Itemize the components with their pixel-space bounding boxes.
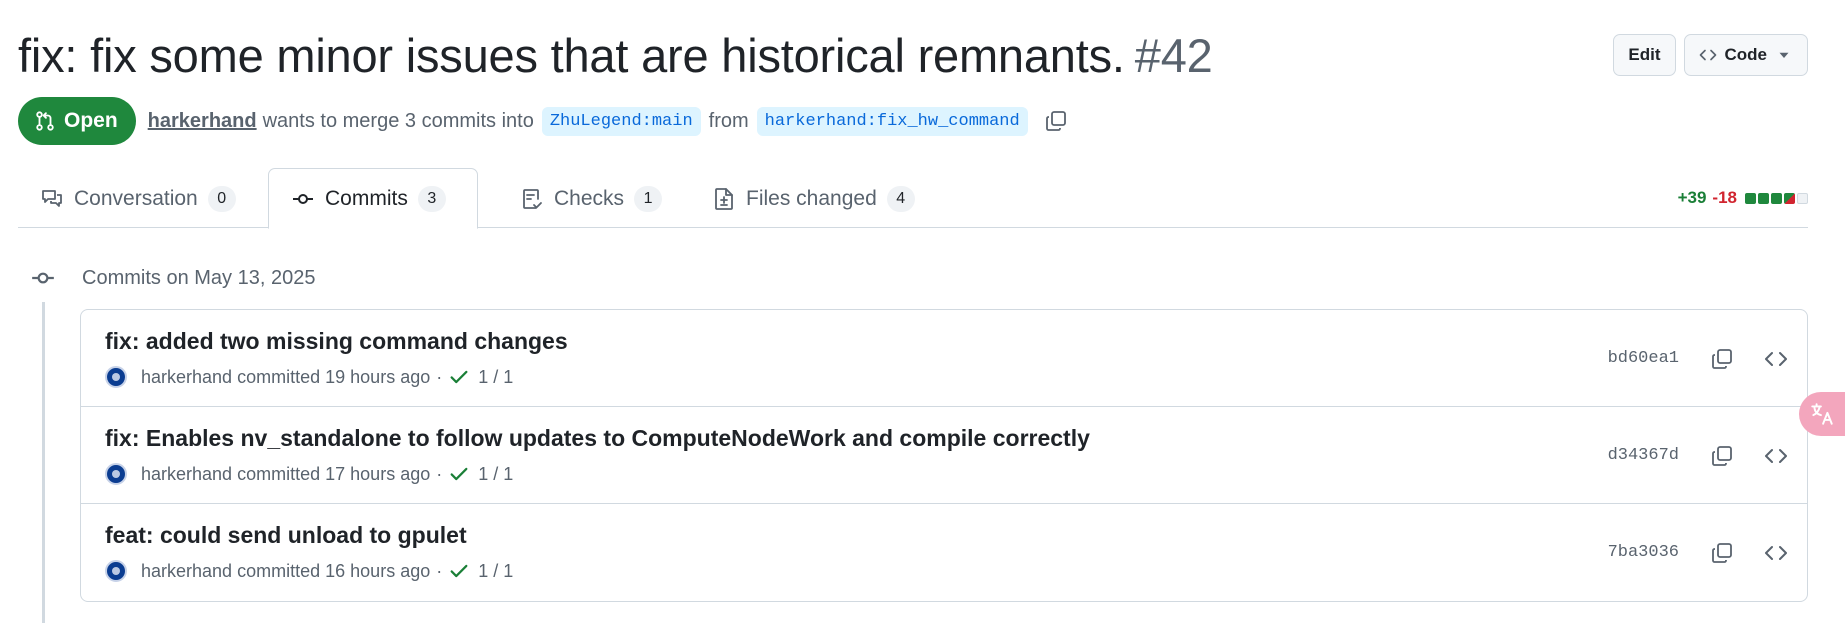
- browse-code-button[interactable]: [1753, 433, 1799, 479]
- commit-meta: harkerhand committed 19 hours ago · 1 / 1: [105, 366, 513, 388]
- check-count[interactable]: 1 / 1: [478, 367, 513, 388]
- avatar[interactable]: [105, 463, 127, 485]
- copy-icon: [1712, 445, 1732, 466]
- author-link[interactable]: harkerhand: [148, 110, 257, 133]
- check-count[interactable]: 1 / 1: [478, 561, 513, 582]
- file-diff-icon: [715, 187, 733, 210]
- code-button[interactable]: Code: [1683, 34, 1808, 76]
- pr-meta: Open harkerhand wants to merge 3 commits…: [18, 97, 1068, 145]
- diffstat-block: [1745, 192, 1756, 204]
- copy-sha-button[interactable]: [1699, 336, 1745, 382]
- tab-count: 0: [207, 185, 236, 212]
- commit-actions: d34367d: [1608, 407, 1807, 504]
- tab-count: 3: [417, 185, 446, 212]
- pr-title-text: fix: fix some minor issues that are hist…: [18, 29, 1125, 82]
- triangle-down-icon: [1779, 52, 1789, 58]
- check-icon[interactable]: [448, 463, 470, 485]
- tab-label: Commits: [325, 186, 408, 210]
- tab-checks[interactable]: Checks 1: [498, 168, 684, 229]
- copy-icon: [1712, 348, 1732, 369]
- commit-meta: harkerhand committed 16 hours ago · 1 / 1: [105, 560, 513, 582]
- tab-files-changed[interactable]: Files changed 4: [690, 168, 937, 229]
- tab-commits[interactable]: Commits 3: [268, 168, 478, 229]
- pr-tabs: Conversation 0 Commits 3 Checks 1 Files …: [18, 168, 1808, 229]
- merge-text: wants to merge 3 commits into: [262, 109, 534, 132]
- check-icon[interactable]: [448, 560, 470, 582]
- git-commit-icon: [32, 272, 54, 284]
- commit-title[interactable]: fix: Enables nv_standalone to follow upd…: [105, 425, 1090, 452]
- code-icon: [1765, 351, 1787, 366]
- tab-count: 1: [634, 185, 663, 212]
- edit-button[interactable]: Edit: [1613, 34, 1676, 76]
- checklist-icon: [523, 188, 542, 209]
- edit-button-label: Edit: [1628, 45, 1661, 64]
- code-icon: [1765, 545, 1787, 560]
- timeline-line: [42, 302, 45, 623]
- code-icon: [1699, 49, 1716, 61]
- pr-number: #42: [1134, 29, 1213, 82]
- browse-code-button[interactable]: [1753, 336, 1799, 382]
- code-icon: [1765, 448, 1787, 463]
- state-label: Open: [64, 109, 118, 132]
- check-count[interactable]: 1 / 1: [478, 464, 513, 485]
- head-branch[interactable]: harkerhand:fix_hw_command: [756, 106, 1028, 136]
- from-text: from: [708, 109, 749, 132]
- commit-actions: bd60ea1: [1608, 310, 1807, 407]
- commit-author[interactable]: harkerhand: [141, 464, 232, 485]
- commit-meta: harkerhand committed 17 hours ago · 1 / 1: [105, 463, 513, 485]
- check-icon[interactable]: [448, 366, 470, 388]
- avatar[interactable]: [105, 366, 127, 388]
- diffstat: +39 -18: [1678, 188, 1808, 208]
- diffstat-block: [1784, 192, 1795, 204]
- commit-sha[interactable]: d34367d: [1608, 446, 1679, 465]
- browse-code-button[interactable]: [1753, 530, 1799, 576]
- copy-sha-button[interactable]: [1699, 433, 1745, 479]
- additions-count: +39: [1677, 188, 1707, 207]
- pr-header: fix: fix some minor issues that are hist…: [18, 28, 1808, 88]
- code-button-label: Code: [1724, 45, 1768, 64]
- commit-list: fix: added two missing command changes h…: [80, 309, 1808, 602]
- commit-action: committed: [237, 463, 321, 484]
- translate-float-button[interactable]: [1799, 392, 1845, 436]
- pr-title: fix: fix some minor issues that are hist…: [18, 28, 1213, 83]
- commit-sha[interactable]: bd60ea1: [1608, 349, 1679, 368]
- commit-time: 16 hours ago: [325, 560, 431, 581]
- commit-action: committed: [237, 366, 321, 387]
- commit-author[interactable]: harkerhand: [141, 367, 232, 388]
- git-pull-request-icon: [36, 111, 54, 131]
- header-actions: Edit Code: [1613, 34, 1808, 76]
- translate-icon: [1811, 403, 1833, 425]
- commit-actions: 7ba3036: [1608, 504, 1807, 601]
- git-commit-icon: [293, 193, 313, 204]
- commit-time: 17 hours ago: [325, 463, 431, 484]
- tab-label: Conversation: [74, 186, 198, 210]
- tab-label: Files changed: [746, 186, 877, 210]
- base-branch[interactable]: ZhuLegend:main: [541, 106, 701, 136]
- commit-action: committed: [237, 560, 321, 581]
- commit-row: fix: Enables nv_standalone to follow upd…: [81, 407, 1807, 504]
- avatar[interactable]: [105, 560, 127, 582]
- commit-row: fix: added two missing command changes h…: [81, 310, 1807, 407]
- diffstat-block: [1758, 192, 1769, 204]
- deletions-count: -18: [1712, 188, 1737, 207]
- copy-sha-button[interactable]: [1699, 530, 1745, 576]
- commit-time: 19 hours ago: [325, 366, 431, 387]
- diffstat-block: [1797, 192, 1808, 204]
- diffstat-block: [1771, 192, 1782, 204]
- tab-label: Checks: [554, 186, 625, 210]
- commit-title[interactable]: feat: could send unload to gpulet: [105, 522, 467, 549]
- comment-discussion-icon: [42, 189, 62, 207]
- diffstat-blocks: [1745, 192, 1808, 204]
- day-label: Commits on May 13, 2025: [82, 266, 316, 289]
- copy-icon[interactable]: [1044, 109, 1068, 133]
- state-badge: Open: [18, 97, 136, 145]
- commit-title[interactable]: fix: added two missing command changes: [105, 328, 568, 355]
- copy-icon: [1712, 542, 1732, 563]
- commit-row: feat: could send unload to gpulet harker…: [81, 504, 1807, 601]
- commit-sha[interactable]: 7ba3036: [1608, 543, 1679, 562]
- commit-author[interactable]: harkerhand: [141, 561, 232, 582]
- tab-count: 4: [886, 185, 915, 212]
- commits-day-heading: Commits on May 13, 2025: [30, 263, 315, 293]
- tab-conversation[interactable]: Conversation 0: [18, 168, 258, 229]
